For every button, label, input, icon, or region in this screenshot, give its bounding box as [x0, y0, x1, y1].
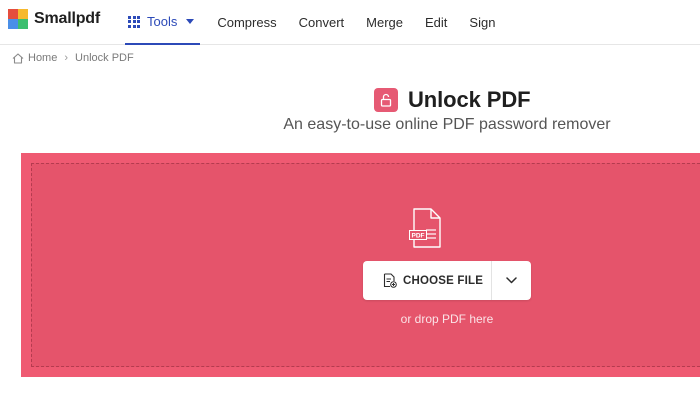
logo-mark-icon — [8, 9, 28, 29]
file-add-icon — [383, 273, 397, 288]
upload-dropzone[interactable] — [21, 153, 700, 377]
breadcrumb-current: Unlock PDF — [75, 52, 134, 64]
pdf-file-icon: PDF — [409, 208, 441, 248]
breadcrumb-home[interactable]: Home — [28, 52, 57, 64]
page-title: Unlock PDF — [408, 87, 531, 112]
drop-hint: or drop PDF here — [400, 312, 494, 326]
nav-tools-label: Tools — [147, 14, 178, 29]
brand-name: Smallpdf — [34, 10, 100, 27]
nav-edit[interactable]: Edit — [414, 0, 458, 45]
top-header: Smallpdf Tools Compress Convert Merge Ed… — [0, 0, 700, 45]
choose-file-button[interactable]: CHOOSE FILE — [363, 261, 491, 300]
main-nav: Tools Compress Convert Merge Edit Sign — [125, 0, 506, 45]
upload-source-dropdown[interactable] — [492, 261, 531, 300]
page-subtitle: An easy-to-use online PDF password remov… — [283, 116, 611, 133]
nav-sign[interactable]: Sign — [458, 0, 506, 45]
nav-merge[interactable]: Merge — [355, 0, 414, 45]
breadcrumb: Home › Unlock PDF — [12, 52, 134, 64]
choose-file-label: CHOOSE FILE — [403, 274, 484, 287]
choose-file-group: CHOOSE FILE — [363, 261, 531, 300]
unlock-icon — [374, 88, 398, 112]
pdf-icon-label: PDF — [412, 233, 425, 240]
caret-down-icon — [186, 19, 195, 24]
nav-convert[interactable]: Convert — [288, 0, 356, 45]
home-icon — [12, 52, 24, 64]
page-header: Unlock PDF — [374, 87, 531, 113]
breadcrumb-separator: › — [64, 52, 69, 64]
nav-tools[interactable]: Tools — [125, 0, 201, 45]
grid-icon — [128, 15, 140, 28]
chevron-down-icon — [506, 277, 517, 284]
nav-compress[interactable]: Compress — [206, 0, 287, 45]
smallpdf-logo[interactable]: Smallpdf — [8, 9, 100, 29]
